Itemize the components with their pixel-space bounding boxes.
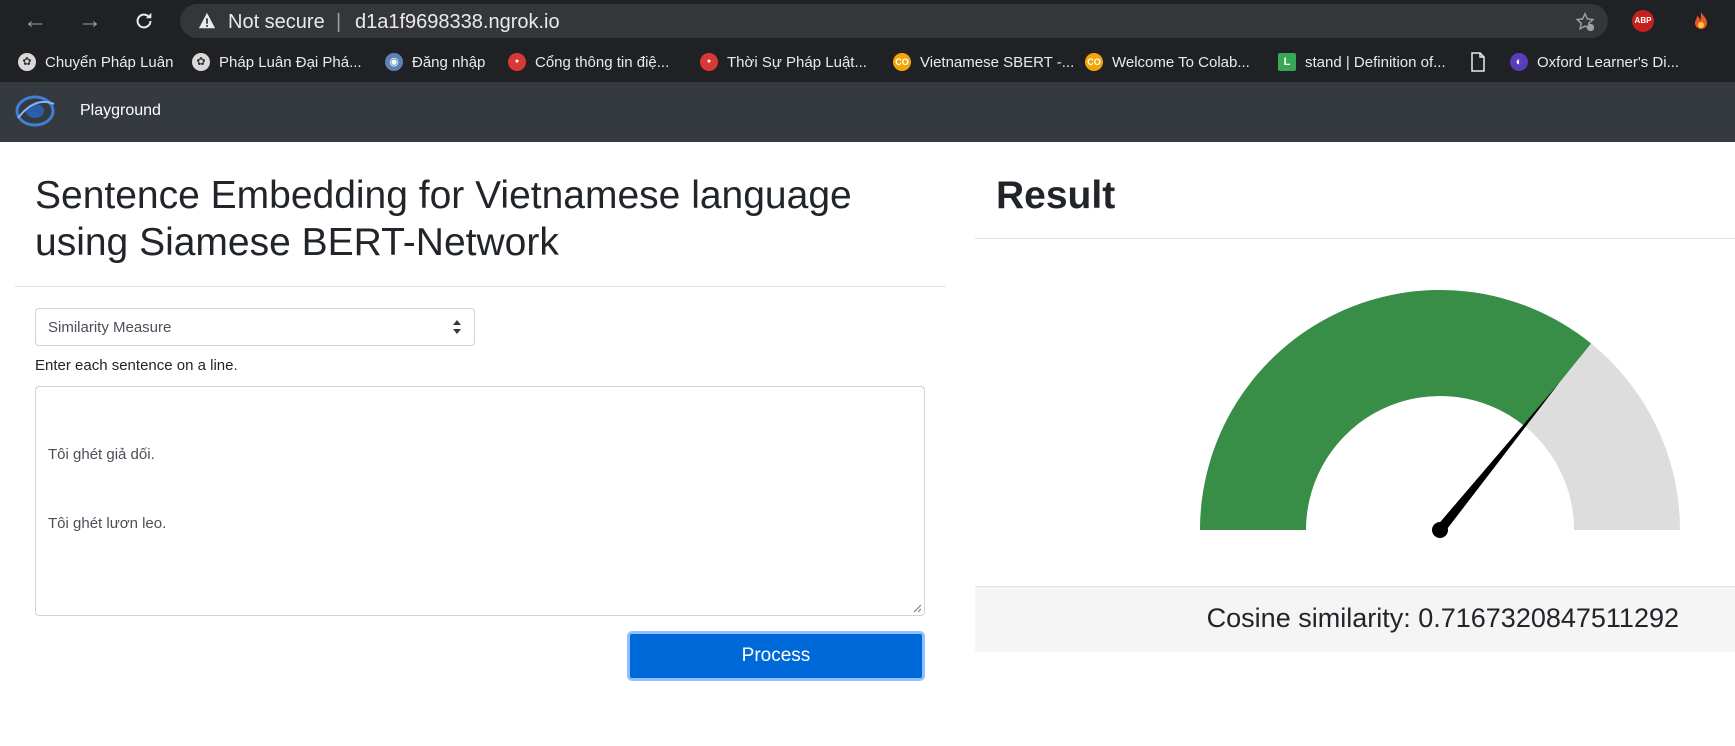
- divider: [15, 286, 946, 287]
- bookmark-item[interactable]: CO Vietnamese SBERT -...: [893, 51, 1074, 73]
- bookmark-item[interactable]: CO Welcome To Colab...: [1085, 51, 1250, 73]
- select-value: Similarity Measure: [48, 319, 172, 336]
- sentences-textarea[interactable]: Tôi ghét giả dối. Tôi ghét lươn leo.: [35, 386, 925, 616]
- fire-icon[interactable]: [1690, 10, 1712, 32]
- bookmark-label: Welcome To Colab...: [1112, 53, 1250, 71]
- bookmark-item[interactable]: ◐ Oxford Learner's Di...: [1510, 51, 1679, 73]
- input-hint: Enter each sentence on a line.: [35, 357, 238, 374]
- url-separator: |: [336, 11, 342, 33]
- warning-icon: [198, 12, 216, 29]
- bookmark-item[interactable]: [1470, 51, 1486, 73]
- bookmark-label: Đăng nhập: [412, 53, 486, 71]
- bookmark-item[interactable]: ● Cổng thông tin điệ...: [508, 51, 669, 73]
- bookmark-item[interactable]: ◉ Đăng nhập: [385, 51, 485, 73]
- lotus-icon: ✿: [192, 53, 210, 71]
- bookmark-label: stand | Definition of...: [1305, 53, 1446, 71]
- resize-grip-icon[interactable]: [912, 603, 922, 613]
- select-arrows-icon: [453, 320, 461, 334]
- security-status[interactable]: Not secure: [228, 11, 325, 34]
- address-bar[interactable]: Not secure | d1a1f9698338.ngrok.io: [180, 4, 1608, 38]
- navbar-brand[interactable]: Playground: [80, 102, 161, 120]
- back-button[interactable]: ←: [20, 6, 50, 36]
- lotus-icon: ✿: [18, 53, 36, 71]
- reload-icon: [136, 12, 152, 29]
- page-icon: [1471, 52, 1485, 72]
- gauge-hub: [1432, 522, 1448, 538]
- bookmark-item[interactable]: ✿ Chuyển Pháp Luân: [18, 51, 173, 73]
- process-button[interactable]: Process: [627, 631, 925, 681]
- divider: [975, 238, 1735, 239]
- adblock-extension-icon[interactable]: ABP: [1632, 10, 1654, 32]
- bookmarks-bar: ✿ Chuyển Pháp Luân ✿ Pháp Luân Đại Phá..…: [0, 42, 1735, 82]
- bookmark-label: Chuyển Pháp Luân: [45, 53, 174, 71]
- bookmark-label: Pháp Luân Đại Phá...: [219, 53, 362, 71]
- app-logo[interactable]: [14, 92, 56, 130]
- bookmark-label: Cổng thông tin điệ...: [535, 53, 670, 71]
- browser-toolbar: ← → Not secure | d1a1f9698338.ngrok.io A…: [0, 0, 1735, 42]
- bookmark-item[interactable]: ● Thời Sự Pháp Luật...: [700, 51, 867, 73]
- result-title: Result: [996, 174, 1116, 217]
- bookmark-label: Vietnamese SBERT -...: [920, 53, 1075, 71]
- bookmark-label: Oxford Learner's Di...: [1537, 53, 1680, 71]
- red-badge-icon: ●: [508, 53, 526, 71]
- l-icon: L: [1278, 53, 1296, 71]
- oxford-icon: ◐: [1510, 53, 1528, 71]
- forward-button[interactable]: →: [75, 6, 105, 36]
- url-text[interactable]: d1a1f9698338.ngrok.io: [355, 11, 560, 34]
- bookmark-item[interactable]: L stand | Definition of...: [1278, 51, 1446, 73]
- sentence-line: Tôi ghét giả dối.: [48, 446, 155, 463]
- similarity-gauge: [1200, 289, 1680, 538]
- task-select[interactable]: Similarity Measure: [35, 308, 475, 346]
- bookmark-label: Thời Sự Pháp Luật...: [727, 53, 867, 71]
- red-badge-icon: ●: [700, 53, 718, 71]
- gauge-fill: [1200, 289, 1592, 530]
- colab-icon: CO: [893, 53, 911, 71]
- result-footer: Cosine similarity: 0.7167320847511292: [975, 586, 1735, 652]
- page-title: Sentence Embedding for Vietnamese langua…: [35, 174, 852, 264]
- reload-button[interactable]: [129, 6, 159, 36]
- app-navbar: Playground: [0, 82, 1735, 142]
- bookmark-star-icon[interactable]: [1574, 11, 1596, 33]
- cosine-similarity-text: Cosine similarity: 0.7167320847511292: [1206, 603, 1679, 633]
- globe-icon: ◉: [385, 53, 403, 71]
- sentence-line: Tôi ghét lươn leo.: [48, 515, 167, 532]
- colab-icon: CO: [1085, 53, 1103, 71]
- bookmark-item[interactable]: ✿ Pháp Luân Đại Phá...: [192, 51, 362, 73]
